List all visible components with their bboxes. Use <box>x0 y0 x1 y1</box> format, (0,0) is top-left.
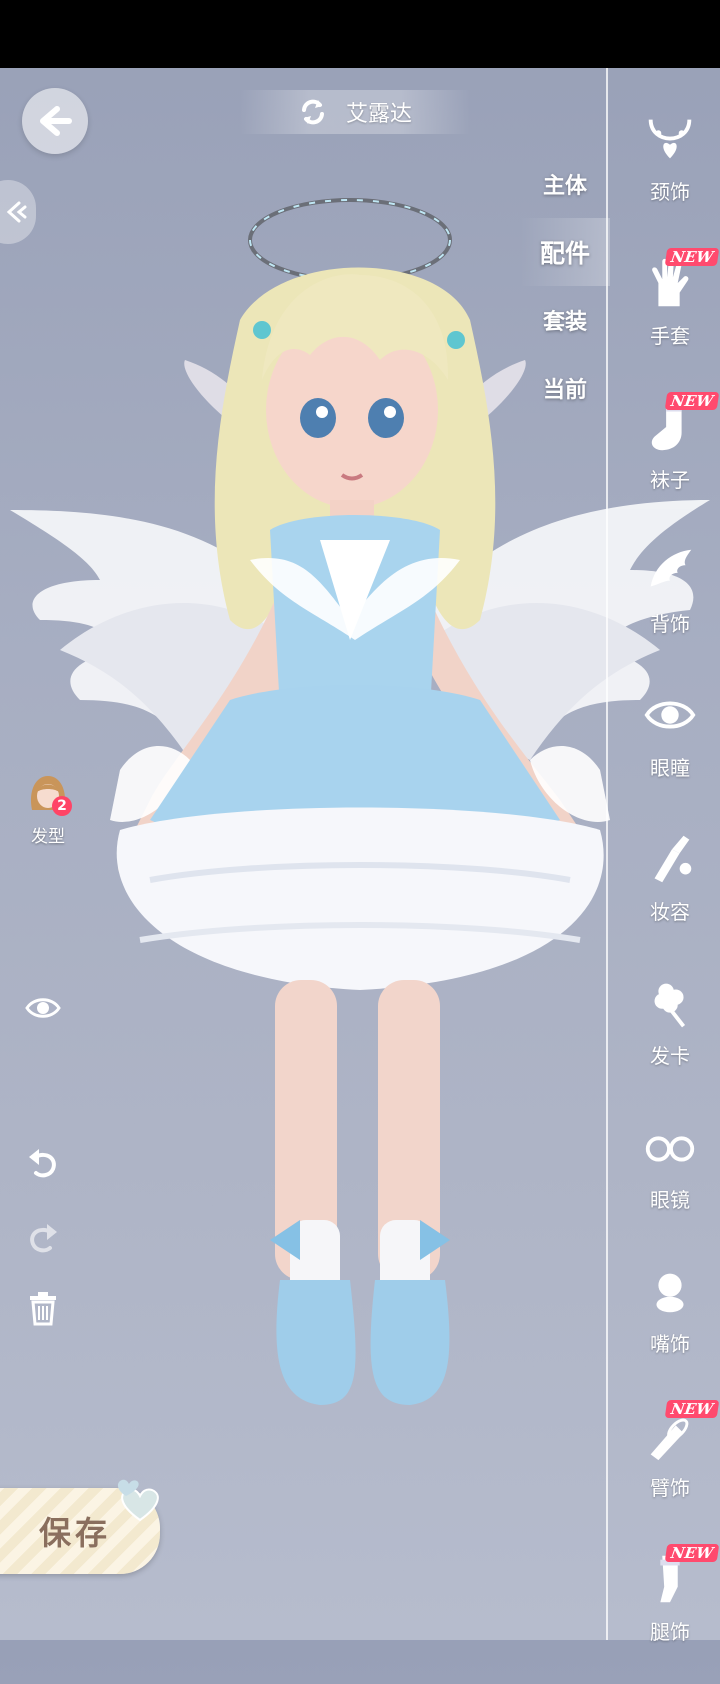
category-tabs: 主体 配件 套装 当前 <box>520 150 610 422</box>
slot-socks[interactable]: NEW 袜子 <box>620 388 720 532</box>
status-bar <box>0 0 720 68</box>
new-badge: NEW <box>664 1544 720 1562</box>
slot-label: 颈饰 <box>650 180 690 204</box>
decorative-hearts-icon <box>117 1479 159 1522</box>
slot-armlet[interactable]: NEW 臂饰 <box>620 1396 720 1540</box>
slot-back-accessory[interactable]: 背饰 <box>620 532 720 676</box>
character-name-bar[interactable]: 艾露达 <box>240 90 470 134</box>
slot-label: 腿饰 <box>650 1620 690 1644</box>
tab-accessories[interactable]: 配件 <box>520 218 610 286</box>
tab-sets[interactable]: 套装 <box>520 286 610 354</box>
slot-glasses[interactable]: 眼镜 <box>620 1108 720 1252</box>
slot-necklace[interactable]: 颈饰 <box>620 100 720 244</box>
new-badge: NEW <box>664 1400 720 1418</box>
toggle-visibility-button[interactable] <box>20 985 66 1031</box>
hairstyle-count-badge: 2 <box>52 796 72 816</box>
delete-button[interactable] <box>20 1285 66 1331</box>
back-button[interactable] <box>22 88 88 154</box>
accessory-slot-list: 颈饰 NEW 手套 NEW 袜子 背饰 眼瞳 妆容 发卡 眼镜 嘴饰 NEW 臂… <box>620 100 720 1684</box>
slot-gloves[interactable]: NEW 手套 <box>620 244 720 388</box>
slot-label: 妆容 <box>650 900 690 924</box>
character-name: 艾露达 <box>345 102 412 127</box>
glasses-icon <box>645 1136 695 1162</box>
hairpin-icon <box>654 983 686 1028</box>
tab-main-body[interactable]: 主体 <box>520 150 610 218</box>
slot-label: 嘴饰 <box>650 1332 690 1356</box>
slot-label: 袜子 <box>650 468 690 492</box>
undo-icon <box>29 1149 56 1178</box>
necklace-icon <box>648 119 692 159</box>
chevron-double-left-icon <box>6 201 27 223</box>
tab-current[interactable]: 当前 <box>520 354 610 422</box>
slot-eyes[interactable]: 眼瞳 <box>620 676 720 820</box>
makeup-brush-icon <box>654 835 692 883</box>
undo-button[interactable] <box>20 1140 66 1186</box>
slot-legwear[interactable]: NEW 腿饰 <box>620 1540 720 1684</box>
arrow-left-icon <box>40 106 72 136</box>
slot-mouth-accessory[interactable]: 嘴饰 <box>620 1252 720 1396</box>
wing-icon <box>650 549 692 587</box>
slot-hairpin[interactable]: 发卡 <box>620 964 720 1108</box>
eye-icon <box>25 998 61 1018</box>
slot-label: 手套 <box>650 324 690 348</box>
side-panel-divider <box>606 68 608 1640</box>
switch-character-icon[interactable] <box>298 97 328 127</box>
slot-makeup[interactable]: 妆容 <box>620 820 720 964</box>
redo-icon <box>30 1224 57 1253</box>
slot-label: 眼镜 <box>650 1188 690 1212</box>
redo-button[interactable] <box>20 1215 66 1261</box>
new-badge: NEW <box>664 392 720 410</box>
character-preview[interactable] <box>0 180 720 1480</box>
hairstyle-label: 发型 <box>31 827 65 847</box>
slot-label: 发卡 <box>650 1044 690 1068</box>
new-badge: NEW <box>664 248 720 266</box>
eye-icon <box>644 701 696 729</box>
trash-icon <box>30 1292 56 1326</box>
pacifier-icon <box>656 1273 684 1313</box>
slot-label: 背饰 <box>650 612 690 636</box>
slot-label: 臂饰 <box>650 1476 690 1500</box>
slot-label: 眼瞳 <box>650 756 690 780</box>
save-button[interactable]: 保存 <box>0 1479 160 1574</box>
hairstyle-button[interactable]: 2 发型 <box>18 770 78 847</box>
save-label: 保存 <box>38 1514 111 1552</box>
